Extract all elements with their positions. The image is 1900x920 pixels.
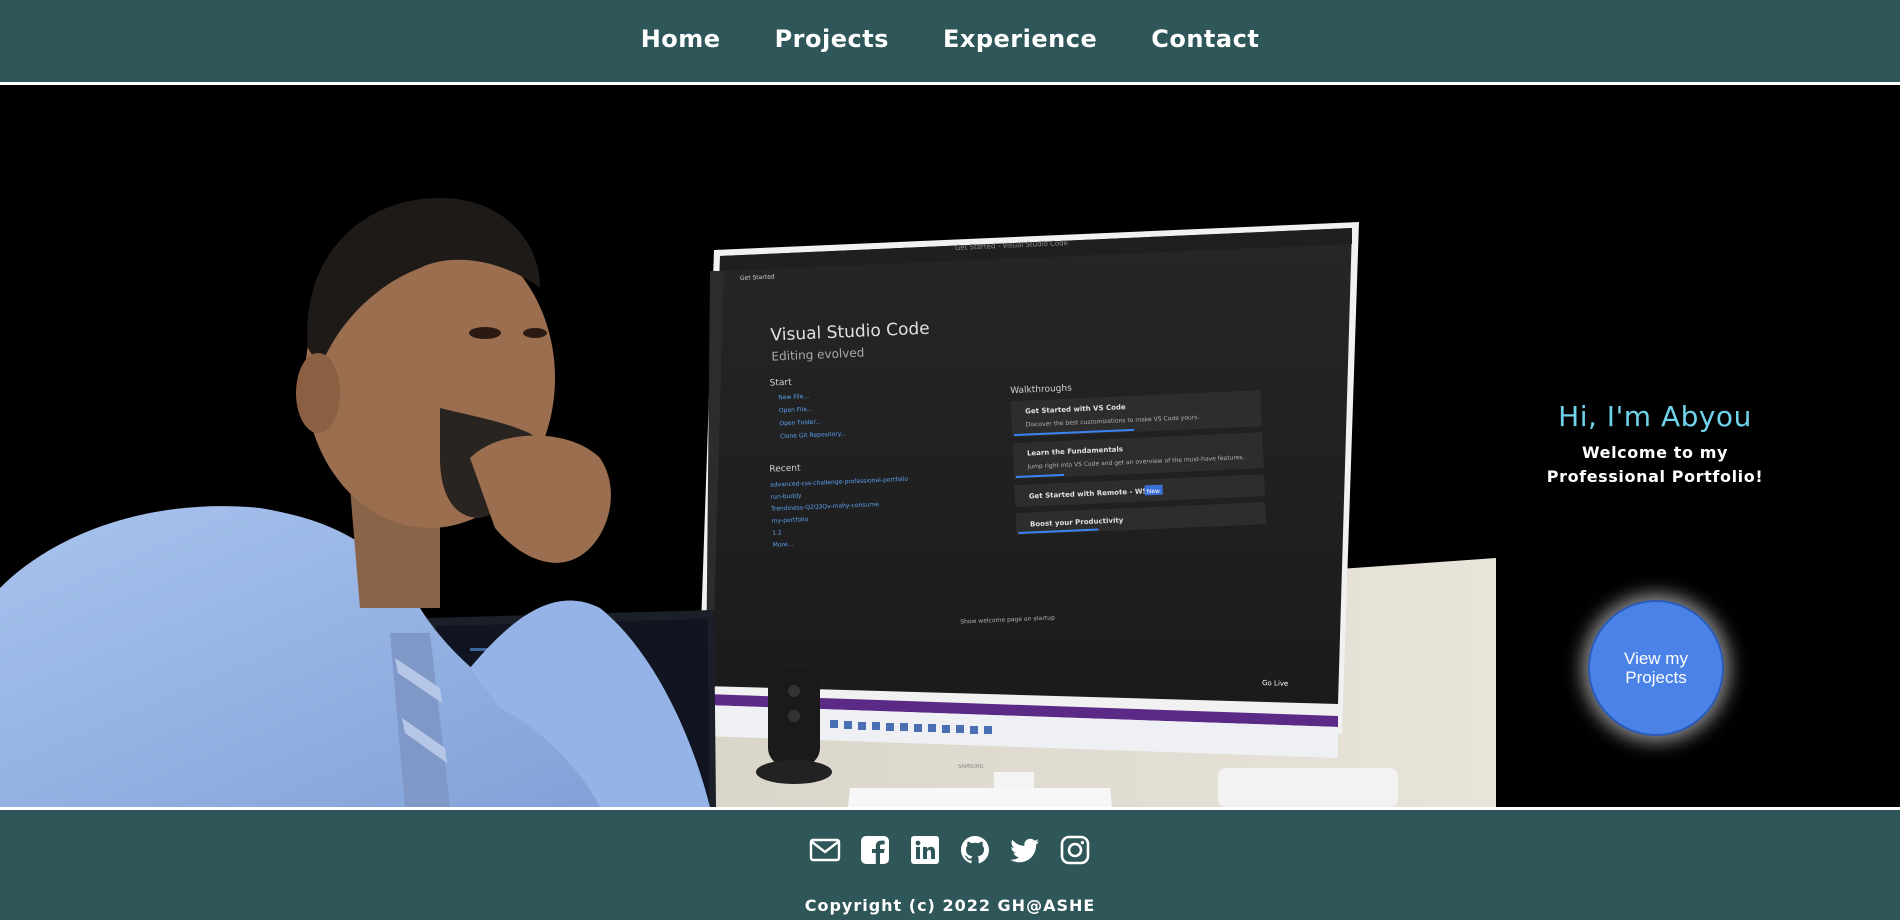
social-links bbox=[0, 834, 1900, 866]
linkedin-icon bbox=[911, 836, 939, 864]
hero-section: Get Started - Visual Studio Code Get Sta… bbox=[0, 88, 1900, 807]
mail-link[interactable] bbox=[809, 834, 841, 866]
instagram-icon bbox=[1060, 835, 1090, 865]
monitor-brand: SAMSUNG bbox=[958, 764, 984, 770]
vscode-start-heading: Start bbox=[769, 378, 792, 389]
vscode-new-badge: New bbox=[1147, 488, 1160, 496]
nav-experience-link[interactable]: Experience bbox=[943, 25, 1097, 53]
hero-photo: Get Started - Visual Studio Code Get Sta… bbox=[0, 198, 1496, 807]
twitter-icon bbox=[1010, 838, 1039, 863]
vscode-recent-item: 1.2 bbox=[772, 529, 782, 536]
view-projects-button[interactable]: View my Projects bbox=[1588, 600, 1724, 736]
nav-list: Home Projects Experience Contact bbox=[641, 25, 1260, 53]
github-icon bbox=[961, 836, 989, 864]
intro-block: Hi, I'm Abyou Welcome to my Professional… bbox=[1520, 400, 1790, 489]
vscode-recent-heading: Recent bbox=[769, 463, 801, 474]
nav-home-link[interactable]: Home bbox=[641, 25, 721, 53]
mail-icon bbox=[809, 838, 841, 862]
welcome-subtitle: Welcome to my Professional Portfolio! bbox=[1546, 443, 1764, 486]
copyright-text: Copyright (c) 2022 GH@ASHE bbox=[804, 896, 1096, 915]
vscode-recent-more: More... bbox=[773, 541, 794, 549]
greeting-heading: Hi, I'm Abyou bbox=[1558, 400, 1752, 433]
footer: Copyright (c) 2022 GH@ASHE bbox=[0, 807, 1900, 920]
facebook-link[interactable] bbox=[859, 834, 891, 866]
github-link[interactable] bbox=[959, 834, 991, 866]
vscode-recent-item: run-buddy bbox=[770, 492, 802, 500]
linkedin-link[interactable] bbox=[909, 834, 941, 866]
facebook-icon bbox=[861, 836, 889, 864]
instagram-link[interactable] bbox=[1059, 834, 1091, 866]
vscode-go-live: Go Live bbox=[1262, 679, 1288, 688]
nav-projects-link[interactable]: Projects bbox=[775, 25, 889, 53]
top-nav: Home Projects Experience Contact bbox=[0, 0, 1900, 85]
twitter-link[interactable] bbox=[1009, 834, 1041, 866]
nav-contact-link[interactable]: Contact bbox=[1151, 25, 1259, 53]
vscode-start-item: New File... bbox=[778, 393, 809, 401]
vscode-start-item: Open File... bbox=[779, 406, 813, 414]
view-projects-label: View my Projects bbox=[1624, 649, 1688, 687]
